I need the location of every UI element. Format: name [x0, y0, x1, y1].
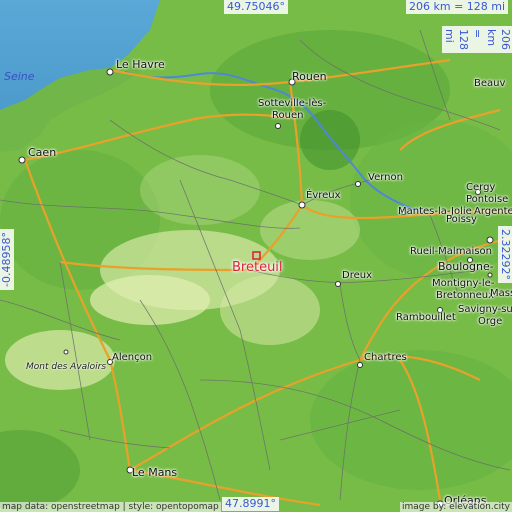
city-label-massy[interactable]: Massy	[490, 288, 512, 299]
city-label-poissy[interactable]: Poissy	[446, 214, 477, 225]
focus-city-label[interactable]: Breteuil	[232, 260, 283, 275]
city-label-sotteville[interactable]: Sotteville-lès-	[258, 98, 326, 109]
city-label-alencon[interactable]: Alençon	[112, 352, 152, 363]
coord-left: -0.48958°	[0, 229, 14, 290]
map-view[interactable]: Le Havre Rouen Sotteville-lès- Rouen Cae…	[0, 0, 512, 512]
city-label-rambouillet[interactable]: Rambouillet	[396, 312, 456, 323]
city-label-vernon[interactable]: Vernon	[368, 172, 403, 183]
city-label-cergy[interactable]: Cergy	[466, 182, 495, 193]
attribution-right[interactable]: image by: elevation.city	[400, 502, 512, 512]
city-label-beauvais[interactable]: Beauv	[474, 78, 505, 89]
city-label-le-havre[interactable]: Le Havre	[116, 58, 165, 71]
coord-right: 2.32292°	[498, 226, 512, 283]
scale-vertical: 206 km = 128 mi	[442, 26, 512, 53]
city-label-bretonneux[interactable]: Bretonneux	[436, 290, 494, 301]
city-label-savigny[interactable]: Savigny-sur	[458, 304, 512, 315]
city-label-orge[interactable]: Orge	[478, 316, 502, 327]
city-label-argenteuil[interactable]: Argente	[474, 206, 512, 217]
city-label-caen[interactable]: Caen	[28, 146, 56, 159]
coord-top: 49.75046°	[224, 0, 288, 14]
coord-bottom: 47.8991°	[222, 497, 279, 511]
city-label-evreux[interactable]: Évreux	[306, 190, 341, 201]
city-label-rueil[interactable]: Rueil-Malmaison	[410, 246, 492, 257]
scale-horizontal: 206 km = 128 mi	[406, 0, 509, 14]
city-label-sotteville-rouen[interactable]: Rouen	[272, 110, 303, 121]
city-label-le-mans[interactable]: Le Mans	[132, 466, 177, 479]
city-label-chartres[interactable]: Chartres	[364, 352, 407, 363]
city-label-pontoise[interactable]: Pontoise	[466, 194, 508, 205]
attribution-left[interactable]: map data: openstreetmap | style: opentop…	[0, 502, 221, 512]
city-label-boulogne[interactable]: Boulogne-	[438, 260, 494, 273]
sea-label: Seine	[4, 70, 35, 83]
relief-label: Mont des Avaloirs	[26, 362, 107, 372]
city-label-montigny[interactable]: Montigny-le-	[432, 278, 494, 289]
city-label-rouen[interactable]: Rouen	[292, 70, 327, 83]
city-label-dreux[interactable]: Dreux	[342, 270, 372, 281]
